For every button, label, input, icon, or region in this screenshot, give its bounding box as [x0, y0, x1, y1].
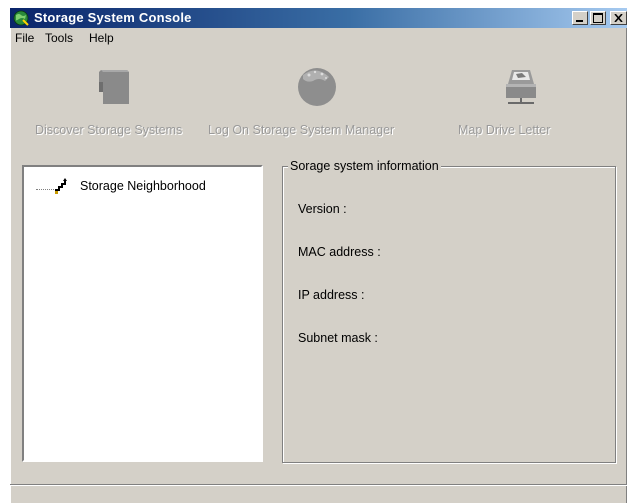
discover-label: Discover Storage Systems — [35, 123, 183, 137]
minimize-button[interactable] — [572, 11, 588, 25]
window-title: Storage System Console — [34, 10, 192, 25]
logon-label: Log On Storage System Manager — [208, 123, 395, 137]
version-label: Version : — [298, 202, 347, 216]
info-groupbox-title: Sorage system information — [288, 159, 441, 173]
maximize-button[interactable] — [590, 11, 606, 25]
globe-icon — [298, 68, 336, 106]
close-icon — [614, 14, 623, 22]
network-drive-icon — [506, 70, 536, 104]
minimize-icon — [576, 20, 583, 22]
subnet-mask-label: Subnet mask : — [298, 331, 378, 345]
menu-help[interactable]: Help — [89, 31, 114, 45]
ip-address-label: IP address : — [298, 288, 365, 302]
close-button[interactable] — [610, 11, 627, 25]
tree-label: Storage Neighborhood — [80, 179, 206, 193]
globe-app-icon — [13, 10, 29, 26]
menu-tools[interactable]: Tools — [45, 31, 73, 45]
title-bar[interactable]: Storage System Console — [10, 8, 627, 28]
network-neighborhood-icon — [55, 178, 67, 194]
server-icon — [99, 70, 129, 104]
storage-console-window: Storage System Console File Tools Help D… — [10, 8, 627, 503]
tree-connector — [36, 189, 54, 190]
menu-file[interactable]: File — [15, 31, 34, 45]
storage-tree-view[interactable]: Storage Neighborhood — [22, 165, 263, 462]
map-drive-label: Map Drive Letter — [458, 123, 551, 137]
maximize-icon — [593, 13, 603, 23]
status-bar — [10, 484, 627, 503]
menu-bar: File Tools Help — [10, 29, 627, 47]
mac-address-label: MAC address : — [298, 245, 381, 259]
